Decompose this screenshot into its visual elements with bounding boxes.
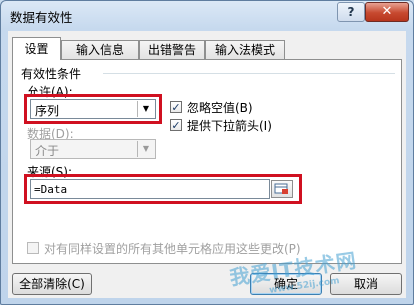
section-divider <box>103 73 395 74</box>
tab-settings[interactable]: 设置 <box>12 37 61 60</box>
tab-input-message[interactable]: 输入信息 <box>61 40 139 59</box>
tab-ime-mode[interactable]: 输入法模式 <box>205 40 285 59</box>
allow-select-value: 序列 <box>35 104 60 118</box>
settings-panel: 有效性条件 允许(A): 序列 ▼ ✓ 忽略空值(B) ✓ 提供下拉箭头(I) … <box>12 59 402 264</box>
cancel-button[interactable]: 取消 <box>330 273 402 295</box>
data-select-value: 介于 <box>35 144 60 158</box>
dialog-title: 数据有效性 <box>10 10 73 25</box>
title-bar: 数据有效性 ? ✕ <box>1 1 413 31</box>
in-cell-dropdown-checkbox[interactable]: ✓ <box>170 119 182 131</box>
chevron-down-icon[interactable]: ▼ <box>137 101 154 117</box>
chevron-down-icon: ▼ <box>137 141 154 157</box>
data-select: 介于 ▼ <box>30 139 156 159</box>
source-input[interactable] <box>30 179 270 199</box>
help-button[interactable]: ? <box>337 2 365 22</box>
allow-label: 允许(A): <box>27 85 73 99</box>
data-validation-dialog: 数据有效性 ? ✕ 设置 输入信息 出错警告 输入法模式 有效性条件 允许(A)… <box>0 0 414 305</box>
range-select-icon <box>274 183 288 194</box>
source-label: 来源(S): <box>27 165 73 179</box>
source-field[interactable] <box>31 180 269 198</box>
clear-all-button[interactable]: 全部清除(C) <box>12 273 92 295</box>
ignore-blank-checkbox[interactable]: ✓ <box>170 101 182 113</box>
validation-criteria-heading: 有效性条件 <box>21 67 82 81</box>
apply-to-all-checkbox <box>27 242 39 254</box>
tab-error-alert[interactable]: 出错警告 <box>139 40 205 59</box>
ignore-blank-label: 忽略空值(B) <box>187 101 253 115</box>
allow-select[interactable]: 序列 ▼ <box>30 99 156 119</box>
close-button[interactable]: ✕ <box>365 2 409 22</box>
apply-to-all-label: 对有同样设置的所有其他单元格应用这些更改(P) <box>44 242 301 256</box>
in-cell-dropdown-label: 提供下拉箭头(I) <box>187 119 272 133</box>
collapse-range-button[interactable] <box>271 180 293 198</box>
